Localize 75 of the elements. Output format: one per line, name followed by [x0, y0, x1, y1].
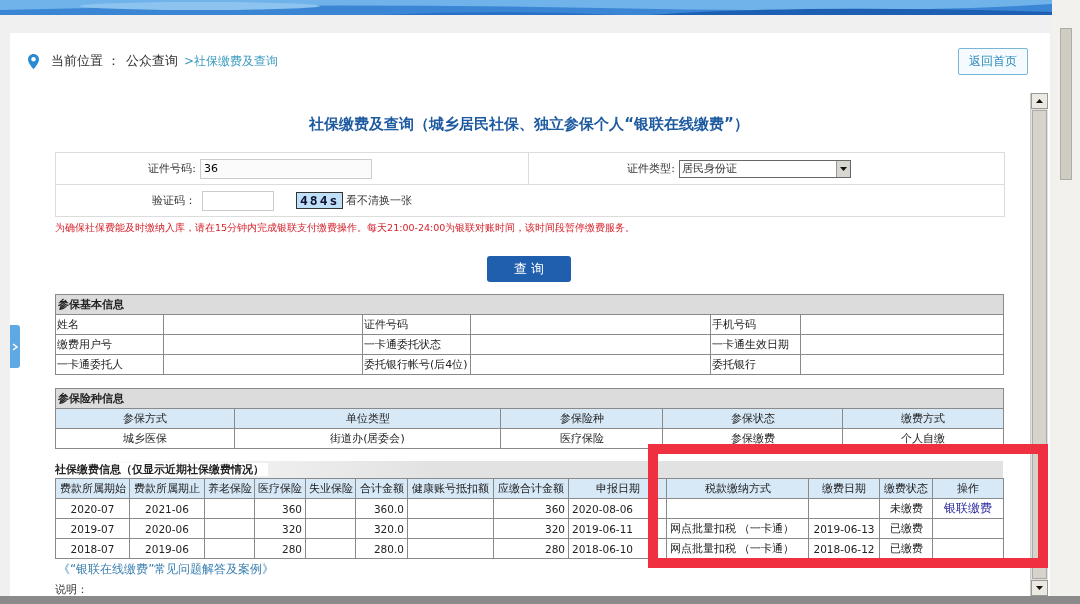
section-header: 参保基本信息 — [55, 294, 1004, 315]
captcha-field[interactable] — [202, 190, 274, 211]
section-header: 参保险种信息 — [55, 388, 1004, 409]
table-cell: 网点批量扣税 （一卡通） — [666, 518, 809, 539]
side-tab[interactable] — [10, 325, 20, 368]
column-header: 参保方式 — [55, 408, 235, 429]
dropdown-arrow-icon — [840, 166, 847, 171]
field-label: 姓名 — [55, 314, 164, 335]
table-cell: 360.0 — [355, 498, 408, 519]
table-cell: 360 — [254, 498, 306, 519]
column-header: 缴费状态 — [879, 478, 933, 499]
table-cell: 2018-07 — [55, 538, 130, 559]
field-label: 一卡通生效日期 — [710, 334, 801, 355]
table-cell: 城乡医保 — [55, 428, 235, 449]
field-label: 一卡通委托状态 — [362, 334, 471, 355]
column-header: 操作 — [932, 478, 1004, 499]
captcha-image: 484s — [296, 192, 344, 209]
table-cell: 2018-06-10 — [568, 538, 667, 559]
table-cell: 医疗保险 — [500, 428, 663, 449]
table-cell: 280 — [254, 538, 306, 559]
breadcrumb-item[interactable]: 公众查询 — [126, 52, 178, 70]
faq-link[interactable]: 《“银联在线缴费”常见问题解答及案例》 — [58, 561, 275, 578]
page-title: 社保缴费及查询（城乡居民社保、独立参保个人“银联在线缴费”） — [308, 115, 750, 133]
column-header: 费款所属期始 — [55, 478, 130, 499]
id-type-select[interactable]: 居民身份证 — [679, 159, 851, 178]
scrollbar-thumb[interactable] — [1060, 28, 1072, 180]
table-cell: 280 — [493, 538, 569, 559]
field-label: 一卡通委托人 — [55, 354, 164, 375]
field-label: 证件类型: — [626, 161, 676, 176]
table-cell: 未缴费 — [879, 498, 933, 519]
table-cell: 2020-06 — [129, 518, 205, 539]
table-cell: 街道办(居委会) — [234, 428, 501, 449]
notice-text: 为确保社保费能及时缴纳入库，请在15分钟内完成银联支付缴费操作。每天21:00-24:00为银联对账时间，该时间段暂停缴费服务。 — [55, 222, 637, 235]
field-label: 证件号码 — [362, 314, 471, 335]
table-cell: 2019-06-11 — [568, 518, 667, 539]
up-arrow-icon — [1036, 99, 1043, 103]
breadcrumb-label: 当前位置 ： — [51, 52, 120, 70]
query-button[interactable]: 查 询 — [487, 256, 571, 282]
table-cell: 2019-06 — [129, 538, 205, 559]
table-cell: 320 — [254, 518, 306, 539]
section-header: 社保缴费信息（仅显示近期社保缴费情况） — [55, 463, 268, 476]
field-label: 手机号码 — [710, 314, 801, 335]
column-header: 失业保险 — [305, 478, 356, 499]
location-pin-icon — [28, 53, 39, 69]
home-button[interactable]: 返回首页 — [958, 47, 1028, 75]
column-header: 应缴合计金额 — [493, 478, 569, 499]
scroll-down-button[interactable] — [1031, 580, 1048, 596]
chevron-icon — [12, 342, 18, 351]
table-cell: 2019-07 — [55, 518, 130, 539]
field-label: 委托银行帐号(后4位) — [362, 354, 471, 375]
refresh-captcha-link[interactable]: 看不清换一张 — [346, 193, 413, 208]
field-label: 委托银行 — [710, 354, 801, 375]
column-header: 费款所属期止 — [129, 478, 205, 499]
note-label: 说明： — [55, 582, 88, 597]
field-label: 证件号码: — [147, 161, 197, 176]
table-cell: 280.0 — [355, 538, 408, 559]
column-header: 医疗保险 — [254, 478, 306, 499]
id-number-field[interactable]: 36 — [200, 158, 372, 179]
table-cell: 已缴费 — [879, 518, 933, 539]
table-cell: 320.0 — [355, 518, 408, 539]
table-cell: 2020-07 — [55, 498, 130, 519]
table-cell: 2021-06 — [129, 498, 205, 519]
column-header: 养老保险 — [204, 478, 255, 499]
column-header: 缴费日期 — [808, 478, 880, 499]
column-header: 税款缴纳方式 — [666, 478, 809, 499]
down-arrow-icon — [1036, 586, 1043, 590]
field-label: 缴费用户号 — [55, 334, 164, 355]
table-cell: 2020-08-06 — [568, 498, 667, 519]
scroll-up-button[interactable] — [1031, 93, 1048, 109]
field-label: 验证码： — [151, 193, 197, 208]
column-header: 健康账号抵扣额 — [407, 478, 494, 499]
table-cell: 320 — [493, 518, 569, 539]
table-cell: 2019-06-13 — [808, 518, 880, 539]
table-cell: 360 — [493, 498, 569, 519]
column-header: 合计金额 — [355, 478, 408, 499]
